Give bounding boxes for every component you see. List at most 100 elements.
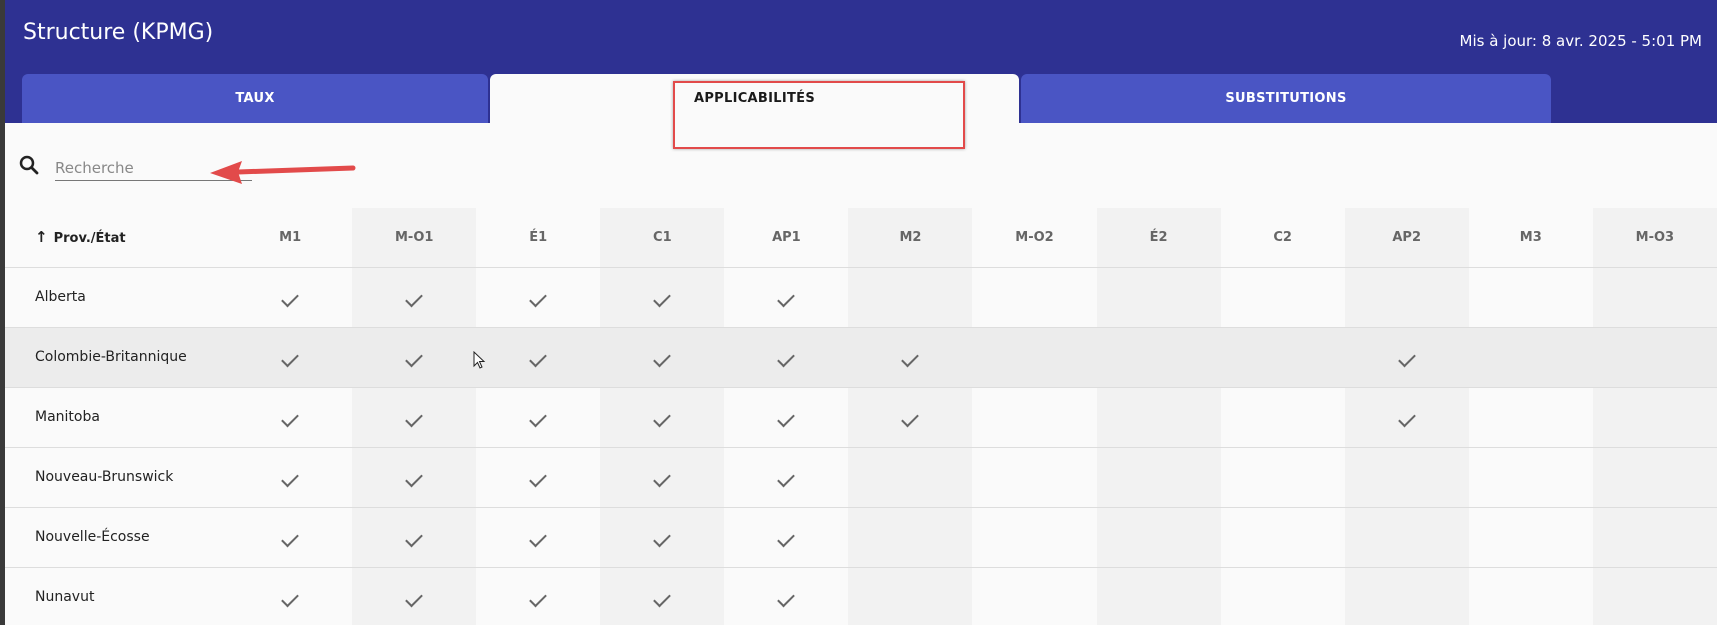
check-icon [405, 409, 424, 427]
search-icon[interactable] [17, 153, 41, 177]
table-cell [972, 567, 1097, 625]
table-row[interactable]: Colombie-Britannique [5, 327, 1717, 388]
arrow-up-icon[interactable]: ↑ [35, 228, 48, 246]
province-name: Colombie-Britannique [5, 327, 229, 388]
column-header-2[interactable]: É1 [476, 208, 601, 268]
column-header-10[interactable]: M3 [1468, 208, 1593, 268]
table-cell [724, 387, 849, 448]
table-row[interactable]: Alberta [5, 267, 1717, 328]
table-cell [1096, 507, 1221, 568]
table-cell [1592, 387, 1717, 448]
check-icon [529, 409, 548, 427]
column-header-6[interactable]: M-O2 [972, 208, 1097, 268]
column-header-11[interactable]: M-O3 [1592, 208, 1717, 268]
column-header-0[interactable]: M1 [228, 208, 353, 268]
check-icon [281, 289, 299, 307]
table-cell [1096, 567, 1221, 625]
table-cell [724, 507, 849, 568]
table-cell [1096, 447, 1221, 508]
check-icon [405, 289, 424, 307]
check-icon [529, 589, 548, 607]
table-cell [476, 447, 601, 508]
column-header-9[interactable]: AP2 [1344, 208, 1469, 268]
column-header-3[interactable]: C1 [600, 208, 725, 268]
table-cell [972, 507, 1097, 568]
province-name: Alberta [5, 267, 229, 328]
table-cell [1592, 327, 1717, 388]
column-header-5[interactable]: M2 [848, 208, 973, 268]
table-cell [1468, 567, 1593, 625]
table-cell [848, 387, 973, 448]
check-icon [281, 409, 299, 427]
table-cell [228, 387, 353, 448]
table-row[interactable]: Nunavut [5, 567, 1717, 625]
table-cell [1344, 447, 1469, 508]
mouse-cursor-icon [473, 351, 486, 369]
tab-substitutions[interactable]: SUBSTITUTIONS [1021, 74, 1551, 123]
table-row[interactable]: Nouvelle-Écosse [5, 507, 1717, 568]
check-icon [777, 589, 796, 607]
table-row[interactable]: Nouveau-Brunswick [5, 447, 1717, 508]
table-cell [600, 447, 725, 508]
table-cell [228, 267, 353, 328]
check-icon [529, 529, 548, 547]
check-icon [1397, 349, 1416, 367]
tab-taux[interactable]: TAUX [22, 74, 488, 123]
check-icon [281, 349, 299, 367]
table-row[interactable]: Manitoba [5, 387, 1717, 448]
province-name: Manitoba [5, 387, 229, 448]
table-cell [848, 267, 973, 328]
column-header-7[interactable]: É2 [1096, 208, 1221, 268]
table-cell [1468, 267, 1593, 328]
province-name: Nunavut [5, 567, 229, 625]
table-cell [476, 567, 601, 625]
table-cell [724, 327, 849, 388]
table-cell [1096, 327, 1221, 388]
check-icon [653, 409, 672, 427]
check-icon [653, 349, 672, 367]
table-cell [1220, 387, 1345, 448]
column-header-8[interactable]: C2 [1220, 208, 1345, 268]
table-cell [1096, 267, 1221, 328]
table-cell [1592, 507, 1717, 568]
province-name: Nouveau-Brunswick [5, 447, 229, 508]
check-icon [653, 469, 672, 487]
province-header-label: Prov./État [53, 231, 126, 247]
check-icon [777, 409, 796, 427]
table-cell [1344, 387, 1469, 448]
table-cell [724, 267, 849, 328]
table-cell [1468, 507, 1593, 568]
check-icon [653, 589, 672, 607]
page-title: Structure (KPMG) [23, 20, 214, 45]
check-icon [405, 349, 424, 367]
annotation-arrow-icon [210, 161, 356, 184]
table-cell [1344, 507, 1469, 568]
column-header-1[interactable]: M-O1 [352, 208, 477, 268]
table-cell [1344, 567, 1469, 625]
table-cell [228, 447, 353, 508]
table-cell [972, 327, 1097, 388]
column-header-province[interactable]: ↑ Prov./État [5, 208, 229, 268]
check-icon [281, 469, 299, 487]
check-icon [777, 529, 796, 547]
table-cell [600, 507, 725, 568]
check-icon [777, 289, 796, 307]
check-icon [653, 529, 672, 547]
table-cell [352, 267, 477, 328]
table-cell [476, 267, 601, 328]
table-cell [1344, 267, 1469, 328]
table-cell [476, 327, 601, 388]
table-cell [1096, 387, 1221, 448]
table-cell [724, 447, 849, 508]
table-cell [352, 447, 477, 508]
table-cell [600, 387, 725, 448]
column-header-4[interactable]: AP1 [724, 208, 849, 268]
table-cell [228, 567, 353, 625]
check-icon [777, 469, 796, 487]
province-name: Nouvelle-Écosse [5, 507, 229, 568]
check-icon [1397, 409, 1416, 427]
table-cell [1592, 267, 1717, 328]
table-cell [476, 387, 601, 448]
table-cell [848, 507, 973, 568]
check-icon [529, 349, 548, 367]
